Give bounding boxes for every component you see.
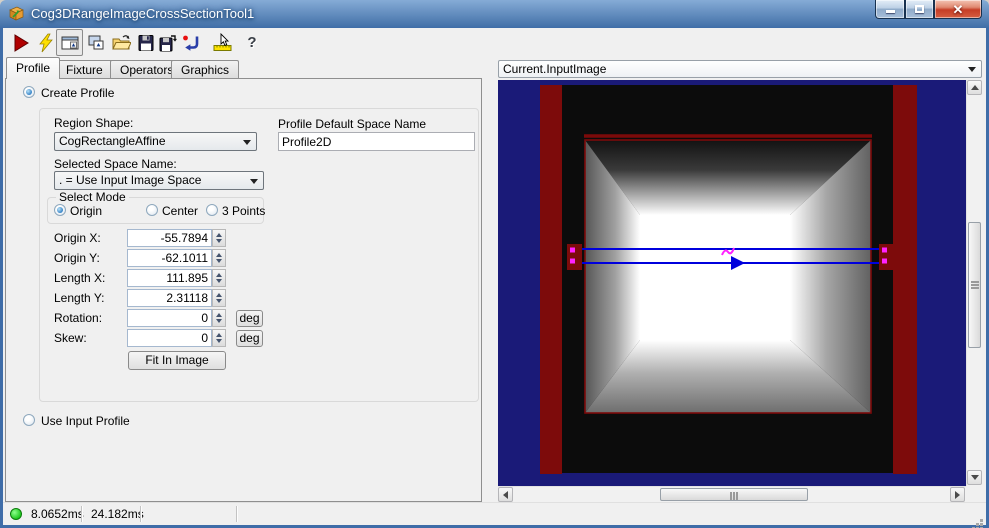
electric-run-button[interactable] <box>34 29 58 56</box>
region-shape-label: Region Shape: <box>54 116 134 130</box>
float-display-icon <box>88 35 104 49</box>
scroll-up-button[interactable] <box>967 80 982 95</box>
chevron-down-icon <box>250 179 258 184</box>
length-x-input[interactable] <box>127 269 212 287</box>
skew-field <box>127 329 226 347</box>
select-mode-label: Select Mode <box>56 191 129 204</box>
tab-profile[interactable]: Profile <box>6 57 61 79</box>
scroll-left-button[interactable] <box>498 487 513 502</box>
run-time: 8.0652ms <box>31 507 84 521</box>
toolbar: ? <box>3 28 986 58</box>
maximize-button[interactable] <box>905 0 934 19</box>
profile-space-label: Profile Default Space Name <box>278 117 427 131</box>
triangle-left-icon <box>503 490 508 499</box>
horizontal-scroll-thumb[interactable] <box>660 488 808 501</box>
origin-x-input[interactable] <box>127 229 212 247</box>
title-bar: Cog3DRangeImageCrossSectionTool1 ✕ <box>0 0 989 28</box>
origin-y-field <box>127 249 226 267</box>
fit-in-image-button[interactable]: Fit In Image <box>128 351 226 370</box>
status-bar: 8.0652ms 24.182ms <box>3 502 986 525</box>
open-button[interactable] <box>109 29 133 56</box>
display-source-combo[interactable]: Current.InputImage <box>498 60 982 78</box>
rotation-deg-button[interactable]: deg <box>236 310 263 327</box>
spinner-buttons[interactable] <box>212 229 226 247</box>
open-file-icon <box>112 34 131 49</box>
app-icon <box>9 6 24 21</box>
triangle-right-icon <box>955 490 960 499</box>
minimize-icon <box>885 9 895 13</box>
vertical-scrollbar[interactable] <box>966 80 982 486</box>
tab-fixture[interactable]: Fixture <box>56 60 113 79</box>
save-as-button[interactable] <box>156 29 180 56</box>
selected-space-label: Selected Space Name: <box>54 157 177 171</box>
spinner-buttons[interactable] <box>212 329 226 347</box>
window-title: Cog3DRangeImageCrossSectionTool1 <box>31 6 255 21</box>
region-shape-combo[interactable]: CogRectangleAffine <box>54 132 257 151</box>
origin-y-input[interactable] <box>127 249 212 267</box>
help-icon: ? <box>247 34 257 51</box>
use-input-profile-label: Use Input Profile <box>41 414 130 428</box>
create-profile-group <box>39 108 479 402</box>
client-area: ? Profile Fixture Operators Graphics Cre… <box>3 28 986 525</box>
rotation-field <box>127 309 226 327</box>
spinner-buttons[interactable] <box>212 309 226 327</box>
tool-display-icon <box>61 36 78 49</box>
spinner-buttons[interactable] <box>212 289 226 307</box>
close-button[interactable]: ✕ <box>934 0 982 19</box>
tab-graphics[interactable]: Graphics <box>171 60 240 79</box>
total-time: 24.182ms <box>91 507 144 521</box>
profile-tab-page: Create Profile Region Shape: CogRectangl… <box>5 78 482 502</box>
run-button[interactable] <box>9 29 33 56</box>
minimize-button[interactable] <box>875 0 905 19</box>
use-input-profile-radio[interactable] <box>23 414 35 426</box>
chevron-down-icon <box>968 67 976 72</box>
selected-space-combo[interactable]: . = Use Input Image Space <box>54 171 264 190</box>
skew-input[interactable] <box>127 329 212 347</box>
pointer-tool-button[interactable] <box>211 29 235 56</box>
float-display-button[interactable] <box>84 29 108 56</box>
maximize-icon <box>915 5 924 13</box>
length-y-field <box>127 289 226 307</box>
chevron-down-icon <box>243 140 251 145</box>
triangle-down-icon <box>970 475 979 480</box>
range-image-scene <box>498 80 966 486</box>
vertical-scroll-thumb[interactable] <box>968 222 981 348</box>
electric-run-icon <box>39 33 53 52</box>
window: Cog3DRangeImageCrossSectionTool1 ✕ ? Pro… <box>0 0 989 528</box>
rotation-input[interactable] <box>127 309 212 327</box>
spinner-buttons[interactable] <box>212 249 226 267</box>
length-y-input[interactable] <box>127 289 212 307</box>
select-mode-3points-radio[interactable] <box>206 204 218 216</box>
range-image-viewport[interactable] <box>498 80 966 486</box>
create-profile-label: Create Profile <box>41 86 115 100</box>
profile-space-input[interactable] <box>278 132 475 151</box>
horizontal-scrollbar[interactable] <box>498 486 966 502</box>
status-indicator-green <box>10 508 22 520</box>
close-icon: ✕ <box>952 1 964 17</box>
resize-grip[interactable] <box>980 519 983 522</box>
save-icon <box>138 34 154 51</box>
triangle-up-icon <box>970 85 979 90</box>
create-profile-radio[interactable] <box>23 86 35 98</box>
save-button[interactable] <box>134 29 158 56</box>
scroll-down-button[interactable] <box>967 470 982 485</box>
save-as-icon <box>159 34 177 51</box>
help-button[interactable]: ? <box>240 29 264 56</box>
image-display <box>498 80 982 502</box>
pointer-ruler-icon <box>213 32 232 51</box>
scroll-right-button[interactable] <box>950 487 965 502</box>
tool-display-button[interactable] <box>56 29 83 56</box>
reset-icon <box>183 35 199 51</box>
run-icon <box>14 33 29 52</box>
spinner-buttons[interactable] <box>212 269 226 287</box>
select-mode-center-radio[interactable] <box>146 204 158 216</box>
reset-button[interactable] <box>179 29 203 56</box>
skew-deg-button[interactable]: deg <box>236 330 263 347</box>
origin-x-field <box>127 229 226 247</box>
select-mode-origin-radio[interactable] <box>54 204 66 216</box>
length-x-field <box>127 269 226 287</box>
